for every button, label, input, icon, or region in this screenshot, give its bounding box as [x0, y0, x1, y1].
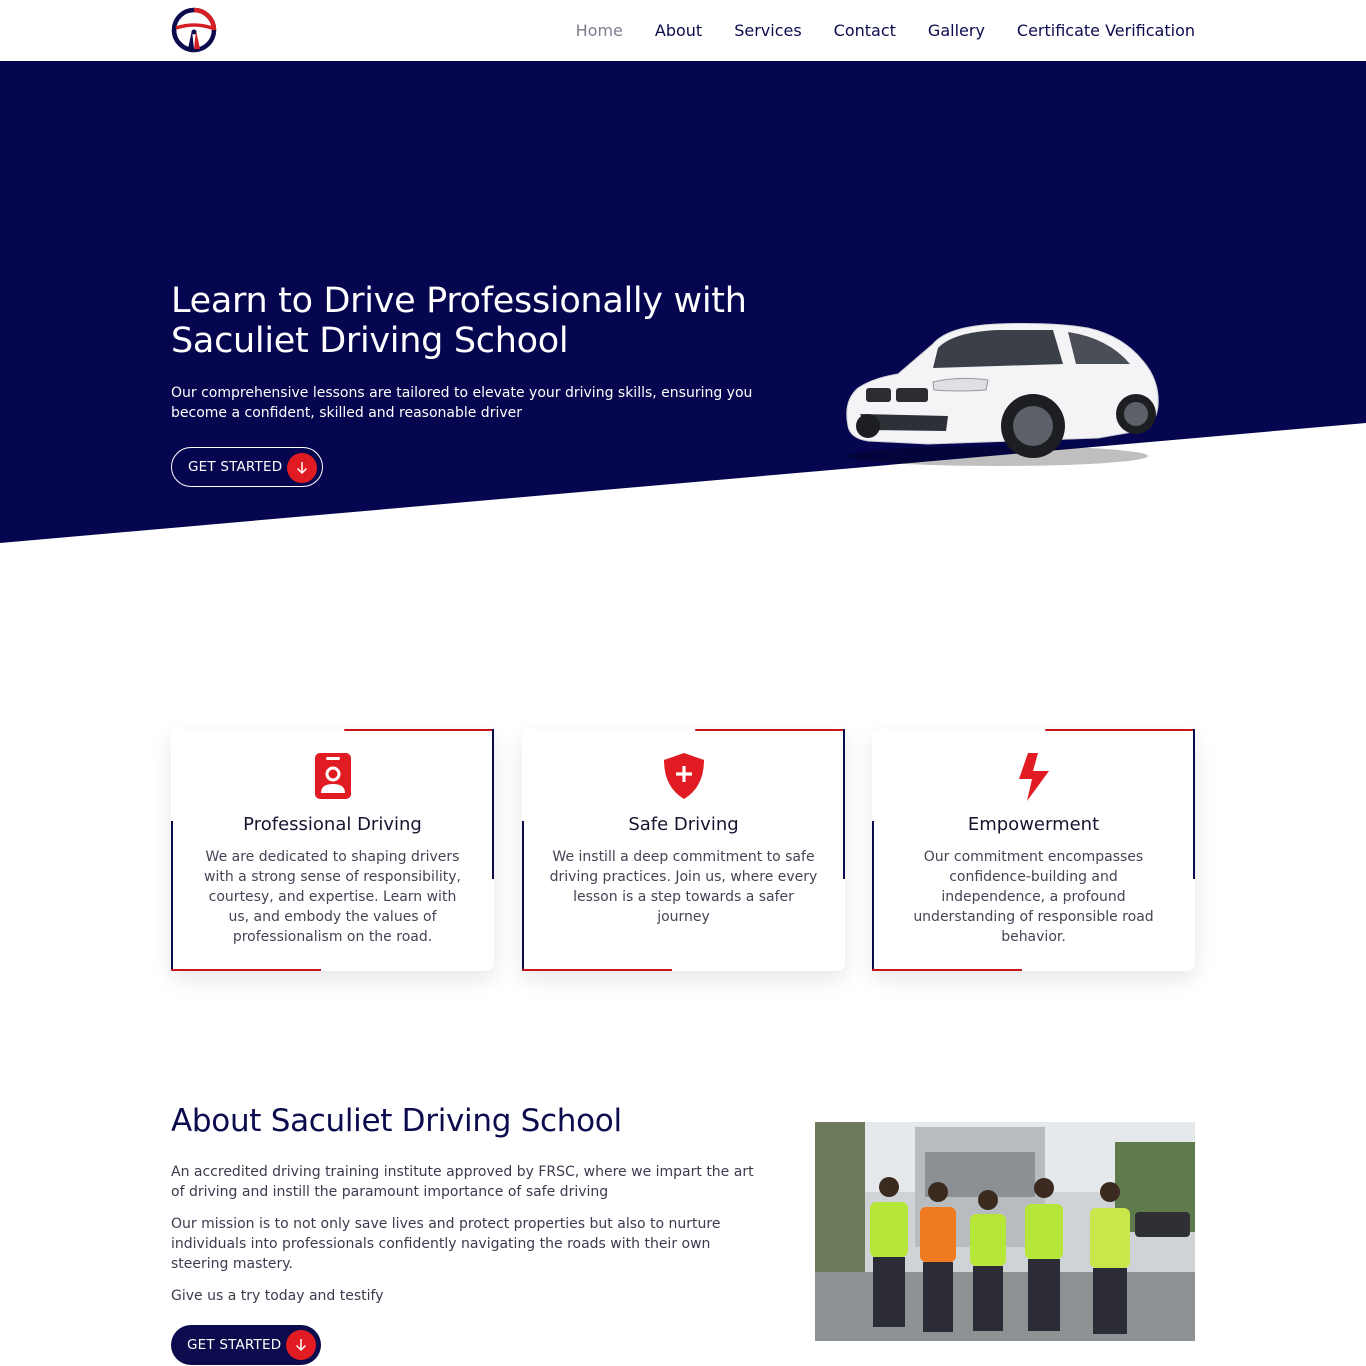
- about-get-started-button[interactable]: GET STARTED: [171, 1325, 321, 1365]
- hero-section: Learn to Drive Professionally with Sacul…: [0, 61, 1366, 546]
- card-title: Safe Driving: [628, 814, 739, 835]
- card-accent-left: [171, 821, 173, 971]
- card-accent-top: [344, 729, 494, 731]
- arrow-down-icon: [287, 453, 317, 483]
- card-text: We are dedicated to shaping drivers with…: [204, 849, 461, 945]
- hero-subtitle: Our comprehensive lessons are tailored t…: [171, 385, 753, 421]
- card-title: Professional Driving: [243, 814, 422, 835]
- card-accent-bottom: [872, 969, 1022, 971]
- about-title: About Saculiet Driving School: [171, 1103, 622, 1139]
- card-accent-left: [872, 821, 874, 971]
- card-accent-bottom: [522, 969, 672, 971]
- arrow-down-icon: [286, 1330, 316, 1360]
- about-paragraph-3: Give us a try today and testify: [171, 1288, 384, 1304]
- logo-icon[interactable]: [171, 7, 217, 53]
- card-accent-top: [695, 729, 845, 731]
- feature-card-safe-driving: Safe Driving We instill a deep commitmen…: [522, 729, 845, 971]
- feature-card-empowerment: Empowerment Our commitment encompasses c…: [872, 729, 1195, 971]
- lightning-icon: [872, 751, 1195, 803]
- site-header: Home About Services Contact Gallery Cert…: [0, 0, 1366, 61]
- hero-get-started-button[interactable]: GET STARTED: [171, 447, 323, 487]
- card-text: Our commitment encompasses confidence-bu…: [913, 849, 1154, 945]
- nav-about[interactable]: About: [655, 21, 702, 40]
- nav-contact[interactable]: Contact: [834, 21, 896, 40]
- card-accent-left: [522, 821, 524, 971]
- about-cta-label: GET STARTED: [187, 1337, 282, 1353]
- card-text: We instill a deep commitment to safe dri…: [549, 849, 818, 925]
- about-paragraph-1: An accredited driving training institute…: [171, 1164, 754, 1200]
- feature-card-professional-driving: Professional Driving We are dedicated to…: [171, 729, 494, 971]
- card-title: Empowerment: [967, 814, 1100, 835]
- car-image: [838, 316, 1168, 471]
- hero-title: Learn to Drive Professionally with Sacul…: [171, 281, 747, 361]
- team-photo: [815, 1122, 1195, 1341]
- nav-services[interactable]: Services: [734, 21, 801, 40]
- id-badge-icon: [171, 751, 494, 803]
- about-paragraph-2: Our mission is to not only save lives an…: [171, 1216, 721, 1272]
- card-accent-top: [1045, 729, 1195, 731]
- nav-certificate-verification[interactable]: Certificate Verification: [1017, 21, 1195, 40]
- nav-gallery[interactable]: Gallery: [928, 21, 985, 40]
- hero-cta-label: GET STARTED: [188, 459, 283, 475]
- main-nav: Home About Services Contact Gallery Cert…: [576, 0, 1195, 61]
- card-accent-bottom: [171, 969, 321, 971]
- shield-plus-icon: [522, 751, 845, 803]
- nav-home[interactable]: Home: [576, 21, 623, 40]
